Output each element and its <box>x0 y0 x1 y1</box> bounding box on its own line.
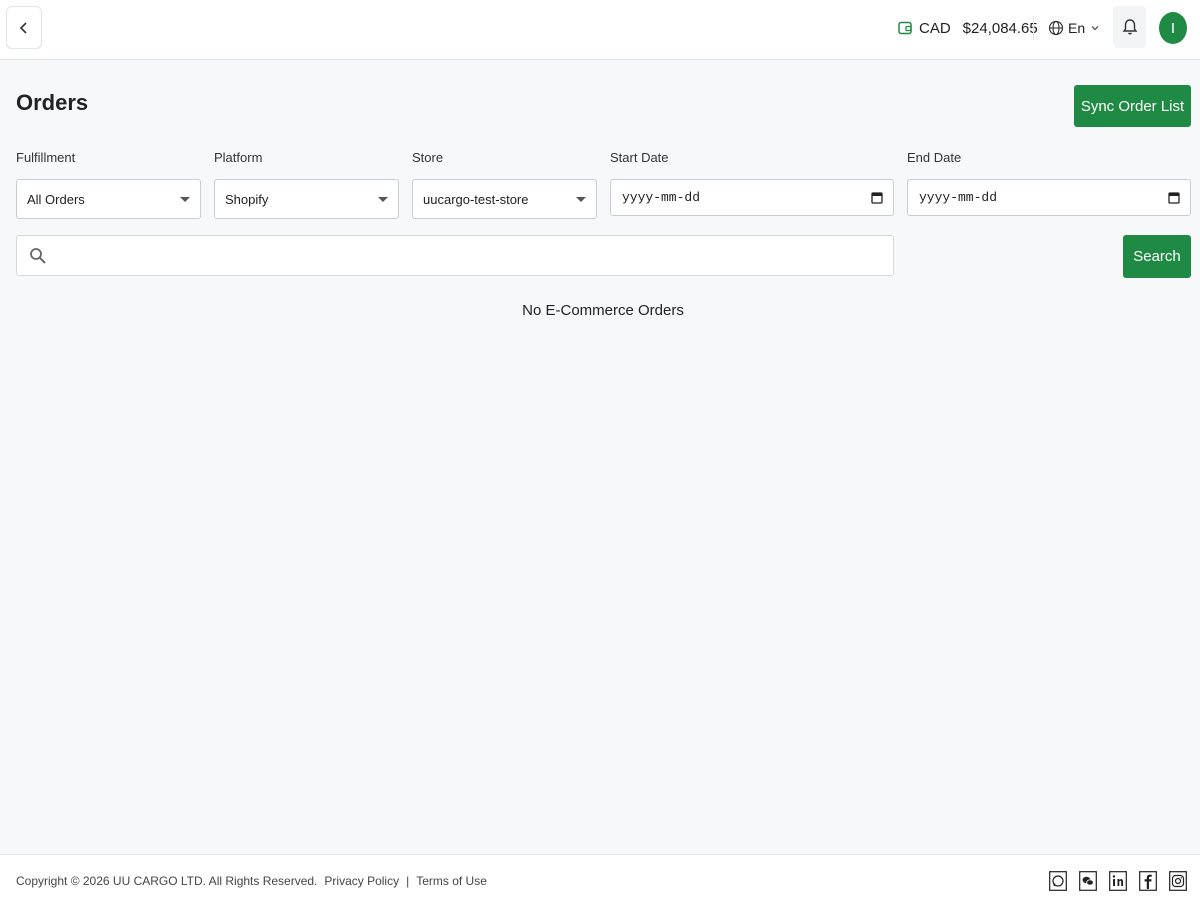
footer: Copyright © 2026 UU CARGO LTD. All Right… <box>0 854 1200 900</box>
platform-label: Platform <box>214 150 263 165</box>
platform-value: Shopify <box>225 191 269 207</box>
instagram-icon[interactable] <box>1169 871 1187 891</box>
calendar-icon[interactable] <box>1168 191 1180 204</box>
footer-links: Copyright © 2026 UU CARGO LTD. All Right… <box>16 874 487 888</box>
footer-separator: | <box>406 874 410 888</box>
chevron-down-icon <box>1091 26 1099 31</box>
search-input[interactable] <box>61 242 881 270</box>
store-label: Store <box>412 150 444 165</box>
search-button[interactable]: Search <box>1123 235 1191 278</box>
divider <box>1033 16 1034 40</box>
dropdown-arrow-icon <box>576 197 586 202</box>
store-value: uucargo-test-store <box>423 191 529 207</box>
notifications-button[interactable] <box>1113 6 1146 48</box>
top-bar: CAD $24,084.65 En I <box>0 0 1200 60</box>
page-title: Orders <box>16 90 89 115</box>
chevron-left-icon <box>19 21 27 34</box>
fulfillment-label: Fulfillment <box>16 150 76 165</box>
calendar-icon[interactable] <box>871 191 883 204</box>
fulfillment-select[interactable]: All Orders <box>16 179 201 219</box>
empty-state-message: No E-Commerce Orders <box>522 302 684 319</box>
wallet-icon <box>898 21 912 35</box>
balance-amount: $24,084.65 <box>962 19 1038 37</box>
end-date-input[interactable]: yyyy-mm-dd <box>907 179 1191 216</box>
wechat-icon[interactable] <box>1079 871 1097 891</box>
dropdown-arrow-icon <box>180 197 190 202</box>
search-icon <box>30 248 46 264</box>
privacy-policy-link[interactable]: Privacy Policy <box>324 874 399 888</box>
end-date-label: End Date <box>907 150 962 165</box>
language-label: En <box>1068 20 1086 36</box>
bell-icon <box>1122 19 1137 35</box>
linkedin-icon[interactable] <box>1109 871 1127 891</box>
whatsapp-icon[interactable] <box>1049 871 1067 891</box>
fulfillment-value: All Orders <box>27 191 85 207</box>
wallet-balance[interactable]: CAD $24,084.65 <box>897 17 1038 39</box>
start-date-placeholder: yyyy-mm-dd <box>622 190 701 205</box>
dropdown-arrow-icon <box>378 197 388 202</box>
start-date-input[interactable]: yyyy-mm-dd <box>610 179 894 216</box>
language-selector[interactable]: En <box>1048 17 1101 39</box>
store-select[interactable]: uucargo-test-store <box>412 179 597 219</box>
search-field[interactable] <box>16 235 894 276</box>
back-button[interactable] <box>6 6 42 49</box>
platform-select[interactable]: Shopify <box>214 179 399 219</box>
terms-of-use-link[interactable]: Terms of Use <box>416 874 487 888</box>
globe-icon <box>1048 20 1064 36</box>
facebook-icon[interactable] <box>1139 871 1157 891</box>
start-date-label: Start Date <box>610 150 669 165</box>
currency-label: CAD <box>919 19 951 37</box>
copyright-text: Copyright © 2026 UU CARGO LTD. All Right… <box>16 874 318 888</box>
user-avatar[interactable]: I <box>1159 12 1187 44</box>
sync-order-list-button[interactable]: Sync Order List <box>1074 85 1191 127</box>
end-date-placeholder: yyyy-mm-dd <box>919 190 998 205</box>
